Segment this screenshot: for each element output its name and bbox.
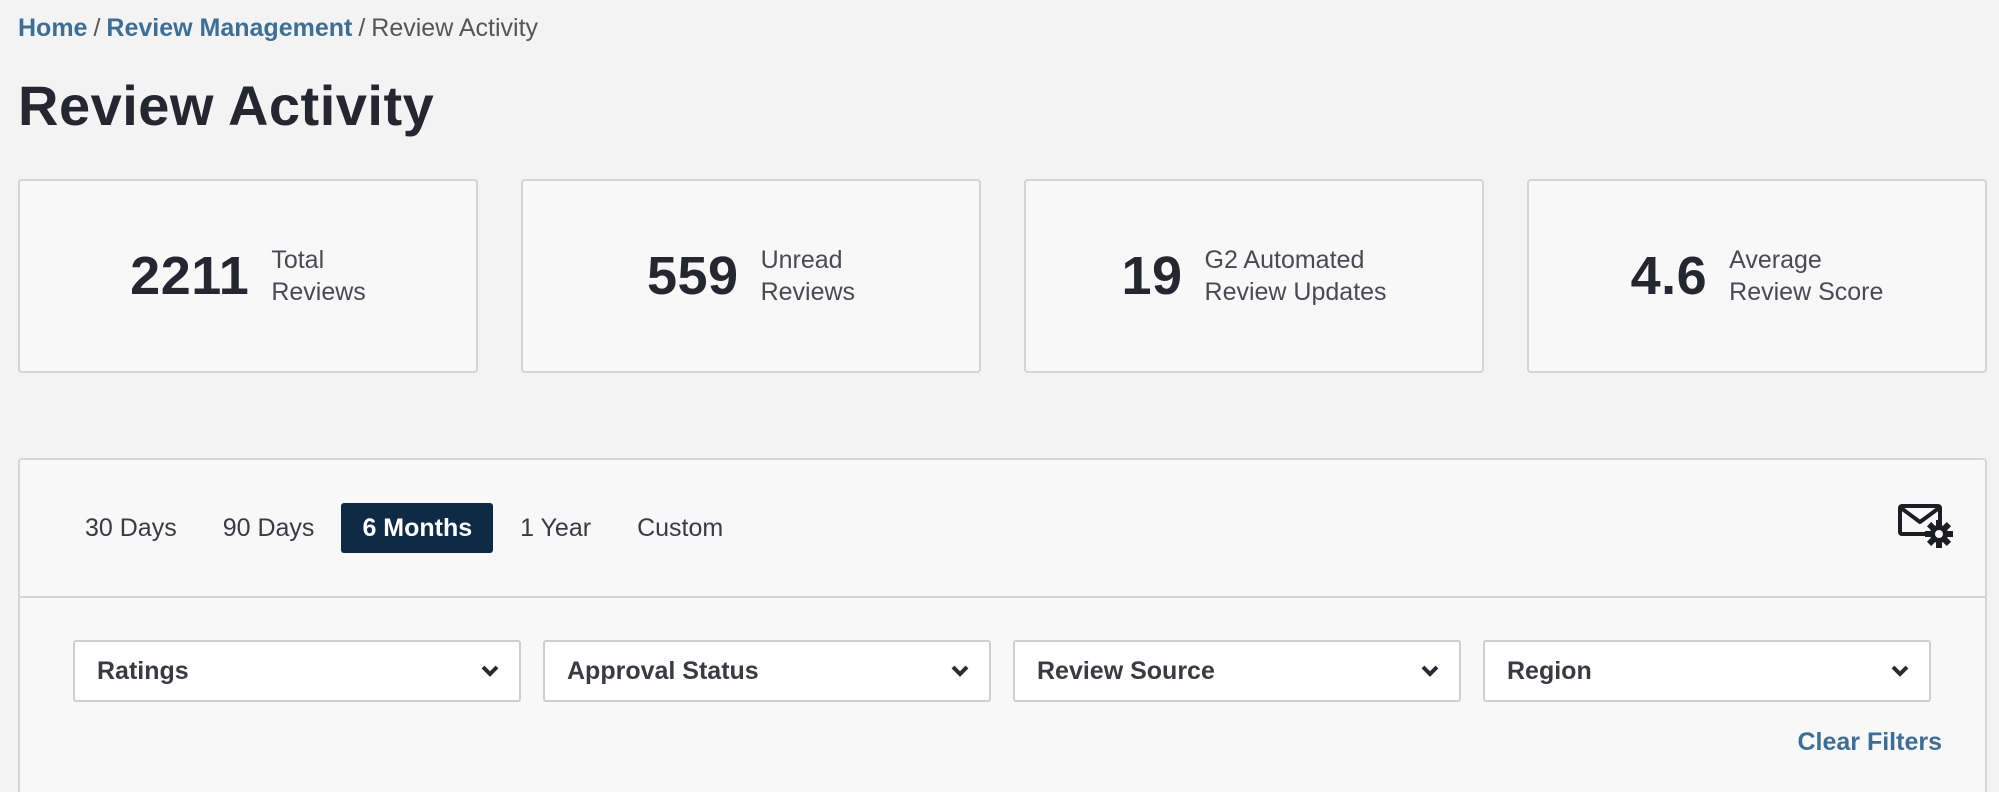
- tab-1-year[interactable]: 1 Year: [501, 503, 610, 553]
- stat-label: Average Review Score: [1729, 244, 1883, 308]
- chevron-down-icon: [481, 665, 499, 677]
- mail-settings-icon[interactable]: [1897, 502, 1955, 550]
- page-title: Review Activity: [18, 74, 435, 137]
- breadcrumb-separator: /: [93, 14, 101, 42]
- stat-label: G2 Automated Review Updates: [1205, 244, 1387, 308]
- filter-label: Review Source: [1037, 656, 1215, 685]
- filter-label: Approval Status: [567, 656, 759, 685]
- region-filter-select[interactable]: Region: [1483, 640, 1931, 702]
- chevron-down-icon: [1891, 665, 1909, 677]
- stat-label-line: Reviews: [271, 278, 366, 306]
- filter-label: Ratings: [97, 656, 189, 685]
- ratings-filter-select[interactable]: Ratings: [73, 640, 521, 702]
- time-range-tabs: 30 Days 90 Days 6 Months 1 Year Custom: [66, 503, 742, 553]
- breadcrumb-review-management-link[interactable]: Review Management: [106, 14, 352, 42]
- stat-value: 559: [646, 246, 739, 306]
- review-activity-panel: 30 Days 90 Days 6 Months 1 Year Custom R…: [18, 458, 1987, 792]
- breadcrumb-current: Review Activity: [371, 14, 539, 42]
- stat-label-line: Reviews: [760, 278, 856, 306]
- breadcrumb: Home / Review Management / Review Activity: [18, 12, 538, 44]
- stat-value: 19: [1121, 246, 1183, 306]
- stat-label-line: Average: [1729, 246, 1822, 274]
- page: Home / Review Management / Review Activity R…: [0, 0, 1999, 792]
- stat-label-line: Review Score: [1729, 278, 1884, 306]
- stat-label-line: Total: [271, 246, 325, 274]
- stat-value: 2211: [130, 246, 250, 306]
- filter-label: Region: [1507, 656, 1592, 685]
- stat-label: Total Reviews: [271, 244, 365, 308]
- breadcrumb-separator: /: [358, 14, 366, 42]
- stat-label-line: Review Updates: [1204, 278, 1387, 306]
- stat-card-g2-automated-updates: 19 G2 Automated Review Updates: [1024, 179, 1484, 373]
- stat-card-unread-reviews: 559 Unread Reviews: [521, 179, 981, 373]
- tab-6-months[interactable]: 6 Months: [341, 503, 494, 553]
- time-range-bar: 30 Days 90 Days 6 Months 1 Year Custom: [20, 460, 1985, 598]
- filters-row: Ratings Approval Status Review Source Re…: [73, 640, 1931, 702]
- stat-label: Unread Reviews: [761, 244, 855, 308]
- tab-custom[interactable]: Custom: [618, 503, 742, 553]
- stats-row: 2211 Total Reviews 559 Unread Reviews 19…: [18, 179, 1987, 373]
- review-source-filter-select[interactable]: Review Source: [1013, 640, 1461, 702]
- chevron-down-icon: [1421, 665, 1439, 677]
- stat-card-total-reviews: 2211 Total Reviews: [18, 179, 478, 373]
- stat-card-average-review-score: 4.6 Average Review Score: [1527, 179, 1987, 373]
- approval-status-filter-select[interactable]: Approval Status: [543, 640, 991, 702]
- stat-label-line: G2 Automated: [1204, 246, 1365, 274]
- chevron-down-icon: [951, 665, 969, 677]
- clear-filters-link[interactable]: Clear Filters: [1797, 728, 1942, 757]
- tab-90-days[interactable]: 90 Days: [204, 503, 334, 553]
- tab-30-days[interactable]: 30 Days: [66, 503, 196, 553]
- stat-value: 4.6: [1630, 246, 1708, 306]
- stat-label-line: Unread: [760, 246, 843, 274]
- breadcrumb-home-link[interactable]: Home: [18, 14, 87, 42]
